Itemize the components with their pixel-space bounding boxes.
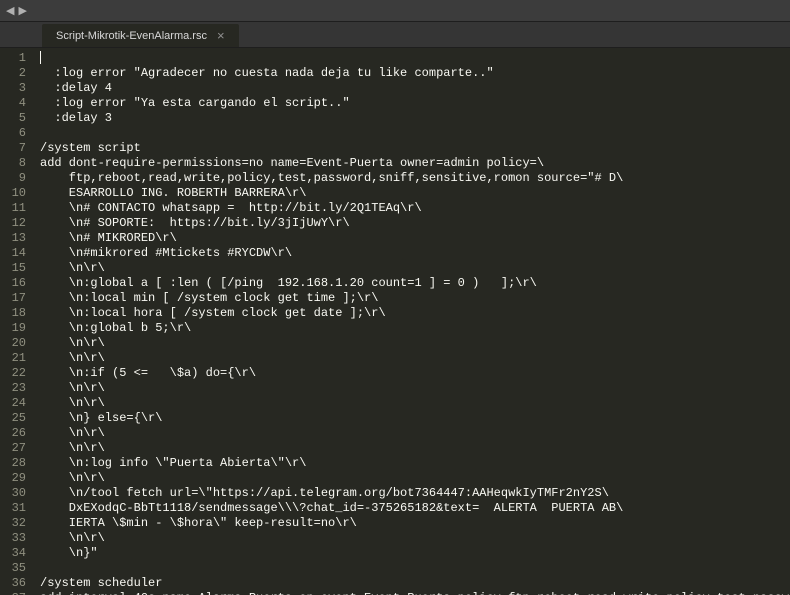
code-line[interactable]: \n}" <box>40 546 790 561</box>
code-line[interactable]: /system script <box>40 141 790 156</box>
code-line[interactable] <box>40 126 790 141</box>
gutter-line: 17 <box>8 291 26 306</box>
gutter-line: 27 <box>8 441 26 456</box>
gutter-line: 10 <box>8 186 26 201</box>
code-line[interactable]: :delay 4 <box>40 81 790 96</box>
gutter-line: 20 <box>8 336 26 351</box>
code-line[interactable]: DxEXodqC-BbTt1118/sendmessage\\\?chat_id… <box>40 501 790 516</box>
titlebar: ◀ ▶ <box>0 0 790 22</box>
code-line[interactable]: \n# SOPORTE: https://bit.ly/3jIjUwY\r\ <box>40 216 790 231</box>
gutter-line: 6 <box>8 126 26 141</box>
code-line[interactable]: \n:local hora [ /system clock get date ]… <box>40 306 790 321</box>
code-line[interactable]: \n\r\ <box>40 351 790 366</box>
gutter-line: 30 <box>8 486 26 501</box>
gutter: 1234567891011121314151617181920212223242… <box>0 48 34 595</box>
tabbar: Script-Mikrotik-EvenAlarma.rsc × <box>0 22 790 48</box>
code-line[interactable]: ESARROLLO ING. ROBERTH BARRERA\r\ <box>40 186 790 201</box>
code-line[interactable]: /system scheduler <box>40 576 790 591</box>
nav-arrows: ◀ ▶ <box>6 4 27 18</box>
code-area[interactable]: :log error "Agradecer no cuesta nada dej… <box>34 48 790 595</box>
gutter-line: 35 <box>8 561 26 576</box>
gutter-line: 3 <box>8 81 26 96</box>
nav-forward-icon[interactable]: ▶ <box>18 4 26 18</box>
gutter-line: 34 <box>8 546 26 561</box>
gutter-line: 25 <box>8 411 26 426</box>
code-line[interactable]: \n\r\ <box>40 261 790 276</box>
code-line[interactable]: add interval=40s name=Alarma-Puerta on-e… <box>40 591 790 595</box>
code-line[interactable]: \n\r\ <box>40 471 790 486</box>
gutter-line: 14 <box>8 246 26 261</box>
code-line[interactable]: \n:if (5 <= \$a) do={\r\ <box>40 366 790 381</box>
gutter-line: 1 <box>8 51 26 66</box>
code-line[interactable]: IERTA \$min - \$hora\" keep-result=no\r\ <box>40 516 790 531</box>
code-line[interactable]: \n# MIKRORED\r\ <box>40 231 790 246</box>
gutter-line: 5 <box>8 111 26 126</box>
gutter-line: 24 <box>8 396 26 411</box>
gutter-line: 15 <box>8 261 26 276</box>
editor: 1234567891011121314151617181920212223242… <box>0 48 790 595</box>
gutter-line: 22 <box>8 366 26 381</box>
gutter-line: 31 <box>8 501 26 516</box>
code-line[interactable]: \n\r\ <box>40 441 790 456</box>
code-line[interactable]: \n:log info \"Puerta Abierta\"\r\ <box>40 456 790 471</box>
gutter-line: 16 <box>8 276 26 291</box>
code-line[interactable]: \n\r\ <box>40 396 790 411</box>
gutter-line: 33 <box>8 531 26 546</box>
gutter-line: 9 <box>8 171 26 186</box>
code-line[interactable]: ftp,reboot,read,write,policy,test,passwo… <box>40 171 790 186</box>
code-line[interactable]: \n\r\ <box>40 381 790 396</box>
code-line[interactable]: \n# CONTACTO whatsapp = http://bit.ly/2Q… <box>40 201 790 216</box>
gutter-line: 32 <box>8 516 26 531</box>
gutter-line: 2 <box>8 66 26 81</box>
code-line[interactable]: \n#mikrored #Mtickets #RYCDW\r\ <box>40 246 790 261</box>
gutter-line: 19 <box>8 321 26 336</box>
code-line[interactable]: \n:local min [ /system clock get time ];… <box>40 291 790 306</box>
code-line[interactable] <box>40 561 790 576</box>
code-line[interactable]: :log error "Ya esta cargando el script..… <box>40 96 790 111</box>
code-line[interactable]: add dont-require-permissions=no name=Eve… <box>40 156 790 171</box>
close-icon[interactable]: × <box>217 29 225 42</box>
gutter-line: 28 <box>8 456 26 471</box>
gutter-line: 21 <box>8 351 26 366</box>
gutter-line: 7 <box>8 141 26 156</box>
gutter-line: 37 <box>8 591 26 595</box>
code-line[interactable]: :delay 3 <box>40 111 790 126</box>
gutter-line: 12 <box>8 216 26 231</box>
tab-title: Script-Mikrotik-EvenAlarma.rsc <box>56 30 207 42</box>
gutter-line: 18 <box>8 306 26 321</box>
nav-back-icon[interactable]: ◀ <box>6 4 14 18</box>
gutter-line: 8 <box>8 156 26 171</box>
gutter-line: 23 <box>8 381 26 396</box>
code-line[interactable]: \n:global a [ :len ( [/ping 192.168.1.20… <box>40 276 790 291</box>
code-line[interactable]: \n\r\ <box>40 531 790 546</box>
gutter-line: 36 <box>8 576 26 591</box>
tab-active[interactable]: Script-Mikrotik-EvenAlarma.rsc × <box>42 24 239 47</box>
code-line[interactable]: \n/tool fetch url=\"https://api.telegram… <box>40 486 790 501</box>
gutter-line: 4 <box>8 96 26 111</box>
code-line[interactable]: :log error "Agradecer no cuesta nada dej… <box>40 66 790 81</box>
gutter-line: 29 <box>8 471 26 486</box>
code-line[interactable] <box>40 51 790 66</box>
code-line[interactable]: \n} else={\r\ <box>40 411 790 426</box>
gutter-line: 26 <box>8 426 26 441</box>
code-line[interactable]: \n:global b 5;\r\ <box>40 321 790 336</box>
code-line[interactable]: \n\r\ <box>40 336 790 351</box>
gutter-line: 11 <box>8 201 26 216</box>
text-cursor <box>40 51 41 64</box>
code-line[interactable]: \n\r\ <box>40 426 790 441</box>
gutter-line: 13 <box>8 231 26 246</box>
